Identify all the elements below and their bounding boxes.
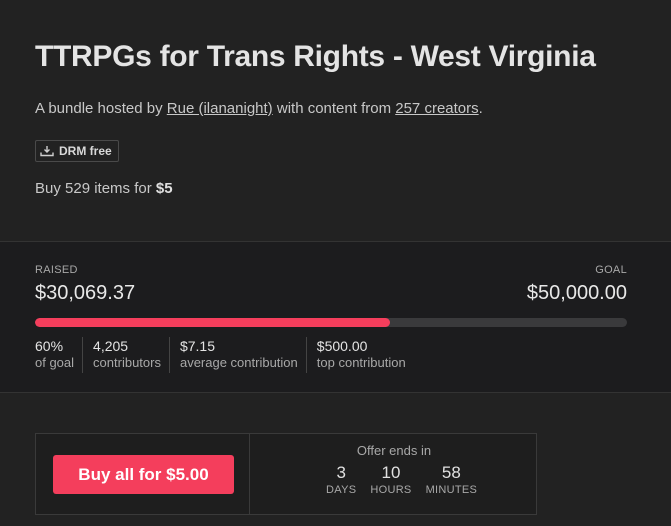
metric-goal-percent: 60% of goal [35,337,84,373]
countdown-unit: HOURS [370,484,412,496]
countdown-number: 58 [441,463,461,482]
metrics-row: 60% of goal 4,205 contributors $7.15 ave… [35,337,424,373]
buy-all-button[interactable]: Buy all for $5.00 [53,455,234,494]
countdown-unit: DAYS [326,484,357,496]
metric-label: top contribution [316,355,406,370]
goal-amount: $50,000.00 [526,282,627,304]
drm-badge-label: DRM free [59,144,112,158]
countdown-days: 3 DAYS [326,462,356,496]
host-middle: with content from [272,100,396,117]
countdown-number: 3 [336,463,346,482]
purchase-panel: Buy all for $5.00 Offer ends in 3 DAYS 1… [35,433,537,515]
offer-ends-label: Offer ends in [356,443,432,458]
host-prefix: A bundle hosted by [35,100,167,117]
buy-summary-price: $5 [155,180,173,197]
fundraising-stats: RAISED $30,069.37 GOAL $50,000.00 60% of… [0,241,671,393]
metric-value: $500.00 [316,338,368,354]
goal-label: GOAL [595,264,627,276]
progress-bar [35,318,627,327]
metric-value: 60% [35,338,64,354]
progress-bar-fill [35,318,391,327]
host-link[interactable]: Rue (ilananight) [167,100,273,117]
metric-label: contributors [93,355,161,370]
download-tray-icon [40,145,54,157]
metric-contributors: 4,205 contributors [93,337,170,373]
countdown-hours: 10 HOURS [370,462,411,496]
metric-label: of goal [35,355,75,370]
countdown-minutes: 58 MINUTES [426,462,478,496]
metric-label: average contribution [179,355,298,370]
countdown-timer: 3 DAYS 10 HOURS 58 MINUTES [326,462,477,496]
purchase-action-area: Buy all for $5.00 [36,434,250,514]
creators-link[interactable]: 257 creators [395,100,478,117]
buy-summary: Buy 529 items for $5 [35,180,173,197]
buy-summary-text: Buy 529 items for [35,180,156,197]
metric-value: 4,205 [93,338,129,354]
metric-value: $7.15 [179,338,216,354]
raised-amount: $30,069.37 [35,282,136,304]
drm-free-badge: DRM free [35,140,119,162]
countdown-number: 10 [381,463,401,482]
metric-top-contribution: $500.00 top contribution [317,337,414,373]
bundle-host-line: A bundle hosted by Rue (ilananight) with… [35,100,483,117]
page-title: TTRPGs for Trans Rights - West Virginia [35,40,596,73]
raised-label: RAISED [35,264,78,276]
metric-average-contribution: $7.15 average contribution [180,337,307,373]
countdown-unit: MINUTES [425,484,478,496]
host-suffix: . [478,100,483,117]
